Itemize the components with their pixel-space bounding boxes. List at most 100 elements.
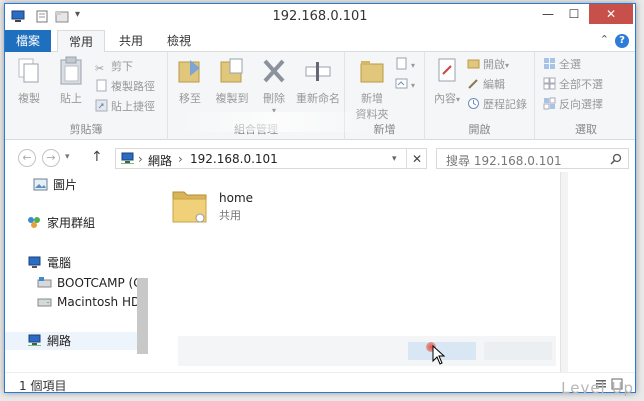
tab-home[interactable]: 常用 bbox=[57, 30, 105, 53]
tab-file[interactable]: 檔案 bbox=[5, 30, 51, 52]
group-select: 全選 全部不選 反向選擇 選取 bbox=[535, 52, 635, 140]
copy-to-icon bbox=[220, 58, 243, 83]
back-button[interactable]: ← bbox=[18, 149, 36, 167]
close-icon[interactable]: ✕ bbox=[412, 152, 422, 166]
copy-button[interactable]: 複製 bbox=[11, 56, 47, 106]
select-none-icon bbox=[543, 77, 556, 90]
folder-name: home bbox=[219, 191, 254, 205]
open-button[interactable]: 開啟▾ bbox=[467, 56, 509, 74]
copy-path-button[interactable]: 複製路徑 bbox=[95, 78, 155, 96]
select-all-icon bbox=[544, 58, 555, 69]
rename-button[interactable]: 重新命名 bbox=[292, 56, 344, 106]
paste-shortcut-button[interactable]: 貼上捷徑 bbox=[95, 98, 155, 116]
forward-button[interactable]: → bbox=[42, 149, 60, 167]
pictures-icon bbox=[33, 178, 48, 191]
search-icon[interactable] bbox=[610, 153, 622, 165]
chevron-down-icon: ▾ bbox=[455, 95, 460, 104]
divider bbox=[406, 149, 407, 168]
nav-item-bootcamp[interactable]: BOOTCAMP (C bbox=[37, 274, 142, 292]
nav-item-pictures[interactable]: 圖片 bbox=[33, 176, 77, 194]
paste-shortcut-icon bbox=[95, 99, 108, 112]
nav-item-network[interactable]: 網路 bbox=[5, 332, 137, 350]
select-all-button[interactable]: 全選 bbox=[543, 56, 581, 74]
watermark: Level Up bbox=[561, 379, 634, 397]
invert-selection-button[interactable]: 反向選擇 bbox=[543, 96, 603, 114]
item-count: 1 個項目 bbox=[19, 379, 67, 393]
close-button[interactable]: ✕ bbox=[589, 4, 633, 24]
tab-share[interactable]: 共用 bbox=[109, 30, 153, 52]
copy-to-button[interactable]: 複製到 bbox=[210, 56, 254, 106]
nav-item-homegroup[interactable]: 家用群組 bbox=[27, 214, 95, 232]
chevron-down-icon: ▾ bbox=[411, 81, 416, 90]
network-icon bbox=[28, 334, 41, 346]
nav-item-macintosh-hd[interactable]: Macintosh HD bbox=[37, 293, 140, 311]
breadcrumb-network[interactable]: 網路 bbox=[148, 152, 172, 169]
maximize-button[interactable]: ☐ bbox=[561, 4, 587, 24]
list-item[interactable]: home 共用 bbox=[164, 182, 284, 228]
properties-button[interactable]: 內容▾ bbox=[429, 56, 465, 106]
content-scrollbar[interactable] bbox=[560, 172, 568, 372]
shared-folder-icon bbox=[172, 191, 207, 223]
address-bar[interactable]: › 網路 › 192.168.0.101 ▾ ✕ bbox=[115, 148, 427, 169]
mouse-cursor-icon bbox=[432, 345, 446, 365]
drive-icon bbox=[37, 298, 52, 307]
history-button[interactable]: 歷程記錄 bbox=[467, 96, 527, 114]
cut-button[interactable]: ✂ 剪下 bbox=[95, 58, 133, 76]
network-icon bbox=[121, 152, 134, 164]
computer-icon bbox=[28, 256, 41, 268]
copy-icon bbox=[18, 58, 39, 83]
status-bar: 1 個項目 bbox=[5, 372, 635, 393]
breadcrumb-host[interactable]: 192.168.0.101 bbox=[190, 152, 278, 166]
arrow-left-icon: ← bbox=[22, 151, 32, 164]
edit-icon bbox=[468, 79, 478, 89]
scissors-icon: ✂ bbox=[95, 62, 105, 75]
title-bar: ▾ 192.168.0.101 — ☐ ✕ bbox=[5, 4, 635, 30]
explorer-window: ▾ 192.168.0.101 — ☐ ✕ 檔案 常用 共用 檢視 ⌃ ? 複製 bbox=[4, 3, 636, 393]
ribbon-glare bbox=[177, 112, 377, 132]
help-icon[interactable]: ? bbox=[615, 34, 629, 48]
file-list: home 共用 bbox=[150, 172, 560, 372]
new-item-button[interactable]: ▾ bbox=[395, 56, 415, 74]
minimize-button[interactable]: — bbox=[535, 4, 561, 24]
navigation-pane: 圖片 家用群組 電腦 BOOTCAMP (C Macintosh HD 網路 bbox=[5, 172, 150, 372]
edit-button[interactable]: 編輯 bbox=[467, 76, 505, 94]
recent-locations-icon[interactable]: ▾ bbox=[65, 152, 70, 162]
address-history-icon[interactable]: ▾ bbox=[392, 154, 397, 164]
chevron-up-icon[interactable]: ⌃ bbox=[600, 33, 609, 46]
group-open: 內容▾ 開啟▾ 編輯 歷程記錄 開啟 bbox=[425, 52, 535, 140]
select-none-button[interactable]: 全部不選 bbox=[543, 76, 603, 94]
group-label-clipboard: 剪貼簿 bbox=[69, 123, 103, 136]
group-label-open: 開啟 bbox=[468, 123, 491, 136]
rename-icon bbox=[305, 62, 331, 81]
homegroup-icon bbox=[28, 217, 40, 228]
properties-icon bbox=[438, 58, 456, 82]
easy-access-icon bbox=[395, 78, 408, 89]
breadcrumb-separator-icon[interactable]: › bbox=[178, 152, 183, 166]
chevron-down-icon: ▾ bbox=[411, 61, 416, 70]
move-to-icon bbox=[178, 60, 200, 83]
search-input[interactable]: 搜尋 192.168.0.101 bbox=[446, 152, 562, 169]
paste-icon bbox=[60, 56, 82, 85]
new-item-icon bbox=[396, 57, 407, 70]
ribbon: 複製 貼上 ✂ 剪下 複製路徑 貼上捷徑 剪貼簿 移至 複製到 刪除 ▾ 重新命… bbox=[5, 52, 635, 140]
group-label-select: 選取 bbox=[575, 123, 597, 136]
history-icon bbox=[468, 98, 479, 109]
copy-path-icon bbox=[96, 79, 107, 92]
nav-item-computer[interactable]: 電腦 bbox=[27, 254, 71, 272]
delete-icon bbox=[263, 59, 285, 83]
address-row: ← → ▾ ↑ › 網路 › 192.168.0.101 ▾ ✕ 搜尋 192.… bbox=[5, 144, 635, 172]
search-box[interactable]: 搜尋 192.168.0.101 bbox=[436, 148, 629, 169]
up-arrow-icon[interactable]: ↑ bbox=[91, 149, 103, 165]
open-icon bbox=[467, 59, 480, 69]
nav-scrollbar-thumb[interactable] bbox=[137, 278, 148, 354]
paste-button[interactable]: 貼上 bbox=[53, 56, 89, 106]
delete-button[interactable]: 刪除 ▾ bbox=[256, 56, 292, 115]
group-clipboard: 複製 貼上 ✂ 剪下 複製路徑 貼上捷徑 剪貼簿 bbox=[5, 52, 168, 140]
faded-button bbox=[484, 342, 552, 360]
breadcrumb-separator-icon[interactable]: › bbox=[138, 152, 143, 166]
invert-selection-icon bbox=[543, 97, 556, 110]
move-to-button[interactable]: 移至 bbox=[172, 56, 208, 106]
chevron-down-icon: ▾ bbox=[505, 61, 510, 70]
tab-view[interactable]: 檢視 bbox=[157, 30, 201, 52]
easy-access-button[interactable]: ▾ bbox=[395, 76, 415, 94]
